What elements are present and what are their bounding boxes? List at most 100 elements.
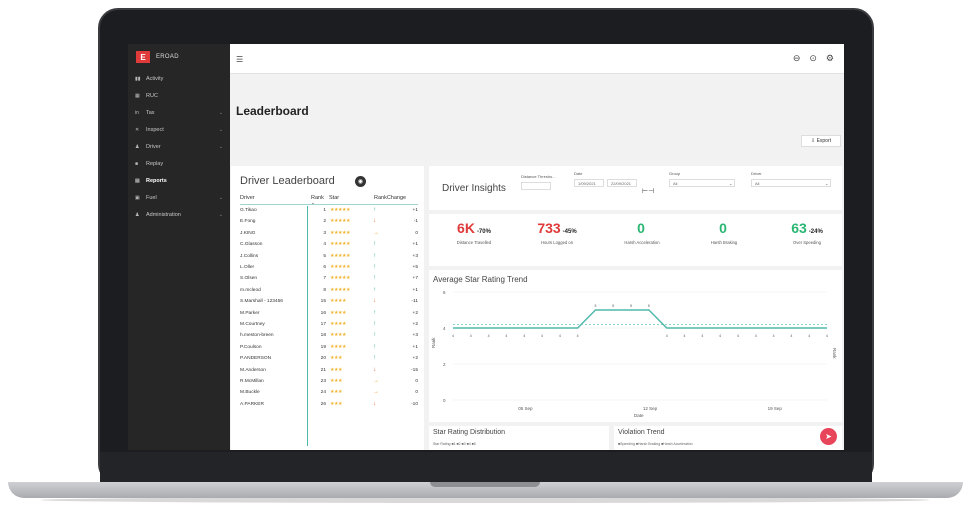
table-row[interactable]: M.Anderson 21 ★★★ ↓ -15 xyxy=(240,367,418,376)
sidebar-item-ruc[interactable]: ▦ RUC xyxy=(128,87,230,104)
distance-input[interactable] xyxy=(521,182,551,190)
metric-card: 0 Harsh Acceleration xyxy=(609,220,675,245)
driver-rank: 8 xyxy=(323,287,326,293)
rank-change: +1 xyxy=(412,208,418,213)
rank-change: +1 xyxy=(412,242,418,248)
sidebar-item-label: Administration xyxy=(146,211,181,218)
data-label: 5 xyxy=(612,304,614,308)
group-select[interactable]: All xyxy=(669,179,735,187)
table-row[interactable]: S.Olsen 7 ★★★★★ ↑ +7 xyxy=(240,275,418,284)
sidebar-item-tax[interactable]: in Tax ⌄ xyxy=(128,104,230,121)
rank-change: +3 xyxy=(412,253,418,259)
star-rating: ★★★ xyxy=(330,401,343,407)
sidebar-item-icon: ■ xyxy=(135,160,139,167)
metric-value: 0 xyxy=(719,220,727,236)
driver-rank: 21 xyxy=(320,367,326,373)
driver-rank: 20 xyxy=(320,356,326,362)
sidebar-item-label: Tax xyxy=(146,109,155,116)
settings-gear-icon[interactable]: ⚙ xyxy=(826,53,834,64)
rank-change: +2 xyxy=(412,322,418,327)
table-row[interactable]: L.Oller 6 ★★★★★ ↑ +5 xyxy=(240,264,418,273)
data-label: 4 xyxy=(808,334,810,338)
rank-down-arrow-icon: ↓ xyxy=(373,218,376,225)
table-row[interactable]: C.Glasson 4 ★★★★★ ↑ +1 xyxy=(240,241,418,250)
table-row[interactable]: G.Tikao 1 ★★★★★ ↑ +1 xyxy=(240,207,418,216)
date-to-input[interactable]: 22/09/2021 xyxy=(607,179,637,187)
rank-up-arrow-icon: ↑ xyxy=(373,309,376,316)
camera-icon[interactable]: ◉ xyxy=(355,176,366,187)
sidebar-item-administration[interactable]: ♟ Administration ⌄ xyxy=(128,206,230,223)
metric-card: 6K -70% Distance Travelled xyxy=(441,220,507,245)
trend-chart-svg: 0 2 4 6 4 4 4 4 4 4 4 4 5 5 5 5 4 4 4 4 4 4 4 4 4 4 05 Sep 12 Sep 19… xyxy=(431,290,837,418)
sidebar-item-fuel[interactable]: ▣ Fuel ⌄ xyxy=(128,189,230,206)
date-from-input[interactable]: 1/09/2021 xyxy=(574,179,604,187)
chat-icon[interactable]: ⊖ xyxy=(793,53,801,64)
sidebar-item-activity[interactable]: ▮▮ Activity xyxy=(128,70,230,87)
table-row[interactable]: M.Parker 16 ★★★★ ↑ +2 xyxy=(240,310,418,319)
star-rating: ★★★ xyxy=(330,356,343,362)
star-rating: ★★★★★ xyxy=(330,276,351,282)
rank-up-arrow-icon: ↑ xyxy=(373,321,376,327)
table-row[interactable]: S.Marshall - 123456 15 ★★★★ ↓ -11 xyxy=(240,298,418,307)
data-label: 5 xyxy=(594,304,596,308)
metric-value: 6K xyxy=(457,220,475,236)
driver-rank: 1 xyxy=(323,208,326,213)
table-row[interactable]: P.ANDERSON 20 ★★★ ↑ +2 xyxy=(240,355,418,364)
table-row[interactable]: P.Coulson 19 ★★★★ ↑ +1 xyxy=(240,344,418,353)
sidebar-item-icon: ♟ xyxy=(135,143,140,150)
metric-value: 0 xyxy=(637,220,645,236)
metrics-row: 6K -70% Distance Travelled 733 -45% Hours Log… xyxy=(429,214,842,266)
driver-name: M.Courtney xyxy=(240,322,265,327)
series-line xyxy=(453,309,827,329)
driver-rank: 19 xyxy=(320,344,326,350)
table-row[interactable]: h.meston-breen 18 ★★★★ ↑ +3 xyxy=(240,332,418,341)
navigate-arrow-icon: ➤ xyxy=(825,432,832,441)
chevron-down-icon: ⌄ xyxy=(218,211,223,218)
table-row[interactable]: J.KING 3 ★★★★★ → 0 xyxy=(240,230,418,239)
star-rating: ★★★★★ xyxy=(330,219,351,225)
data-label: 4 xyxy=(666,334,668,338)
menu-toggle-icon[interactable]: ☰ xyxy=(236,55,243,64)
col-star[interactable]: Star xyxy=(329,195,339,201)
date-range-slider-icon[interactable]: ⊢⊣ xyxy=(642,187,654,195)
star-rating: ★★★★ xyxy=(330,322,347,327)
data-label: 4 xyxy=(719,334,721,338)
table-row[interactable]: A.PARKER 26 ★★★ ↓ -10 xyxy=(240,401,418,410)
col-driver[interactable]: Driver xyxy=(240,195,255,201)
driver-name: R.McMillan xyxy=(240,379,264,384)
data-label: 4 xyxy=(701,334,703,338)
sidebar-item-reports[interactable]: ▤ Reports xyxy=(128,172,230,189)
driver-name: E.Fong xyxy=(240,219,256,225)
data-label: 4 xyxy=(790,334,792,338)
data-label: 4 xyxy=(826,334,828,338)
table-row[interactable]: M.Courtney 17 ★★★★ ↑ +2 xyxy=(240,321,418,330)
data-label: 4 xyxy=(488,334,490,338)
table-row[interactable]: E.Fong 2 ★★★★★ ↓ -1 xyxy=(240,218,418,227)
sidebar-item-replay[interactable]: ■ Replay xyxy=(128,155,230,172)
violation-trend-panel: Violation Trend ■Speeding ■Harsh Braking… xyxy=(614,426,842,450)
x-tick-label: 19 Sep xyxy=(768,406,783,411)
brand-logo[interactable]: E EROAD xyxy=(128,44,230,70)
table-row[interactable]: J.Collins 5 ★★★★★ ↑ +3 xyxy=(240,253,418,262)
export-button[interactable]: ⇩ Export xyxy=(801,135,841,147)
table-row[interactable]: m.mcleod 8 ★★★★★ ↑ +1 xyxy=(240,287,418,296)
chevron-down-icon: ⌄ xyxy=(218,194,223,201)
driver-select[interactable]: All xyxy=(751,179,831,187)
navigate-fab-button[interactable]: ➤ xyxy=(820,428,837,445)
leaderboard-title: Driver Leaderboard xyxy=(240,175,335,187)
rank-right-arrow-icon: → xyxy=(373,229,379,236)
driver-name: h.meston-breen xyxy=(240,333,274,339)
sidebar-item-inspect[interactable]: ✕ Inspect ⌄ xyxy=(128,121,230,138)
star-rating: ★★★★ xyxy=(330,310,347,316)
driver-name: S.Marshall - 123456 xyxy=(240,299,283,305)
help-icon[interactable]: ⊙ xyxy=(809,53,817,64)
star-rating-distribution-panel: Star Rating Distribution Star Rating ■1 … xyxy=(429,426,609,450)
table-row[interactable]: R.McMillan 23 ★★★ → 0 xyxy=(240,378,418,387)
y-tick-label: 6 xyxy=(443,290,446,295)
driver-name: L.Oller xyxy=(240,265,255,270)
table-row[interactable]: M.Buckle 24 ★★★ → 0 xyxy=(240,389,418,398)
data-label: 4 xyxy=(470,334,472,338)
col-rank-change[interactable]: RankChange xyxy=(374,195,406,201)
rank-change: 0 xyxy=(415,390,418,396)
sidebar-item-driver[interactable]: ♟ Driver ⌄ xyxy=(128,138,230,155)
